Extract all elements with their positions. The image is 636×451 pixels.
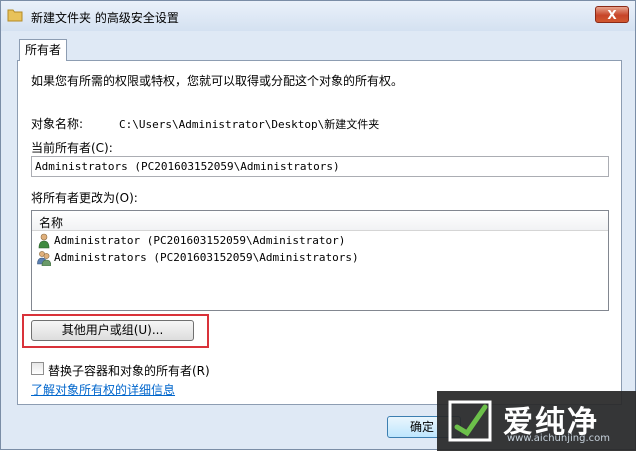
dialog-window: 新建文件夹 的高级安全设置 X 所有者 如果您有所需的权限或特权，您就可以取得或…	[0, 0, 636, 451]
object-name-label: 对象名称:	[31, 117, 84, 131]
current-owner-label: 当前所有者(C):	[31, 141, 113, 155]
learn-more-link[interactable]: 了解对象所有权的详细信息	[31, 381, 175, 398]
tab-owner[interactable]: 所有者	[19, 39, 67, 61]
owner-list[interactable]: 名称 Administrator (PC201603152059\Adminis…	[31, 210, 609, 311]
window-title: 新建文件夹 的高级安全设置	[31, 11, 179, 25]
other-users-button[interactable]: 其他用户或组(U)...	[31, 320, 194, 341]
column-name-label: 名称	[39, 216, 64, 230]
watermark: 爱纯净 www.aichunjing.com	[437, 391, 636, 451]
current-owner-field[interactable]: Administrators (PC201603152059\Administr…	[31, 156, 609, 177]
list-item-label: Administrators (PC201603152059\Administr…	[54, 251, 359, 264]
change-owner-label: 将所有者更改为(O):	[31, 191, 138, 205]
title-bar[interactable]: 新建文件夹 的高级安全设置 X	[1, 1, 635, 31]
replace-owner-checkbox[interactable]	[31, 362, 44, 375]
brand-logo-icon	[448, 400, 492, 442]
close-button[interactable]: X	[595, 6, 629, 23]
group-icon	[37, 251, 51, 266]
user-icon	[38, 233, 50, 249]
list-item[interactable]: Administrator (PC201603152059\Administra…	[34, 233, 594, 249]
intro-text: 如果您有所需的权限或特权，您就可以取得或分配这个对象的所有权。	[31, 74, 404, 88]
current-owner-value: Administrators (PC201603152059\Administr…	[35, 160, 340, 173]
list-item-label: Administrator (PC201603152059\Administra…	[54, 234, 346, 247]
object-name-value: C:\Users\Administrator\Desktop\新建文件夹	[119, 118, 380, 131]
list-item[interactable]: Administrators (PC201603152059\Administr…	[34, 250, 594, 266]
folder-icon	[7, 9, 23, 22]
list-column-header[interactable]: 名称	[32, 211, 608, 231]
close-icon: X	[607, 7, 617, 22]
replace-owner-label: 替换子容器和对象的所有者(R)	[48, 364, 210, 378]
watermark-url: www.aichunjing.com	[507, 433, 610, 444]
